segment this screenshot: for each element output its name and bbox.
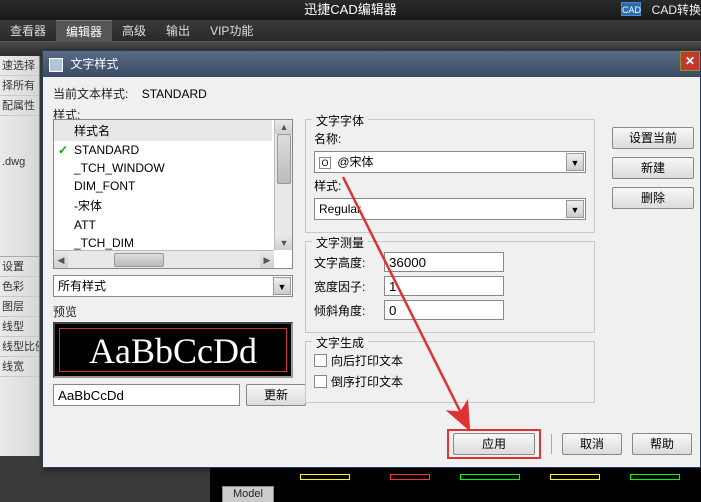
preview-label: 预览 — [53, 303, 293, 320]
checkbox-icon[interactable] — [314, 354, 327, 367]
height-label: 文字高度: — [314, 254, 384, 271]
width-label: 宽度因子: — [314, 278, 384, 295]
preview-text: AaBbCcDd — [59, 328, 287, 372]
scroll-right-icon[interactable]: ▶ — [260, 251, 274, 269]
preview-box: AaBbCcDd — [53, 322, 293, 378]
side-item[interactable]: 配属性 — [0, 96, 39, 116]
preview-input[interactable] — [53, 384, 240, 406]
style-filter-value: 所有样式 — [58, 279, 106, 293]
side-accordion-item[interactable]: 线宽 — [0, 357, 39, 377]
cad-segment — [300, 474, 350, 480]
ribbon-tabs: 查看器 编辑器 高级 输出 VIP功能 — [0, 20, 701, 42]
chevron-down-icon[interactable]: ▼ — [273, 277, 291, 295]
tab-editor[interactable]: 编辑器 — [56, 20, 112, 42]
style-list-header: 样式名 — [54, 120, 272, 141]
height-input[interactable] — [384, 252, 504, 272]
help-button[interactable]: 帮助 — [632, 433, 692, 455]
side-file-label: .dwg — [2, 156, 25, 168]
scroll-up-icon[interactable]: ▲ — [275, 120, 293, 134]
style-item[interactable]: ATT — [54, 216, 272, 234]
close-icon[interactable]: ✕ — [680, 51, 700, 71]
check-icon: ✓ — [58, 143, 68, 157]
chevron-down-icon[interactable]: ▼ — [566, 153, 584, 171]
font-name-label: 名称: — [314, 130, 384, 147]
style-item[interactable]: -宋体 — [54, 195, 272, 216]
cad-segment — [460, 474, 520, 480]
measure-group: 文字测量 文字高度: 宽度因子: 倾斜角度: — [305, 241, 595, 333]
side-panel: 速选择 择所有 配属性 .dwg 设置 色彩 图层 线型 线型比例 线宽 — [0, 56, 40, 456]
cad-segment — [630, 474, 680, 480]
scroll-thumb[interactable] — [277, 134, 291, 184]
cad-model-strip: Model — [210, 468, 701, 502]
style-list[interactable]: 样式名 ✓STANDARD _TCH_WINDOW DIM_FONT -宋体 A… — [53, 119, 293, 269]
tab-advanced[interactable]: 高级 — [112, 20, 156, 42]
scroll-left-icon[interactable]: ◀ — [54, 251, 68, 269]
side-item[interactable]: 择所有 — [0, 76, 39, 96]
side-item[interactable]: 速选择 — [0, 56, 39, 76]
cad-convert-button[interactable]: CAD转换 — [652, 0, 701, 20]
tab-output[interactable]: 输出 — [156, 20, 200, 42]
tab-vip[interactable]: VIP功能 — [200, 20, 263, 42]
width-input[interactable] — [384, 276, 504, 296]
style-filter-select[interactable]: 所有样式 ▼ — [53, 275, 293, 297]
scroll-thumb[interactable] — [114, 253, 164, 267]
apply-button[interactable]: 应用 — [453, 433, 535, 455]
dialog-title: 文字样式 — [70, 57, 118, 71]
side-accordion-item[interactable]: 色彩 — [0, 277, 39, 297]
new-button[interactable]: 新建 — [612, 157, 694, 179]
style-item[interactable]: _TCH_WINDOW — [54, 159, 272, 177]
tab-viewer[interactable]: 查看器 — [0, 20, 56, 42]
gen-group: 文字生成 向后打印文本 倒序打印文本 — [305, 341, 595, 403]
set-current-button[interactable]: 设置当前 — [612, 127, 694, 149]
font-style-label: 样式: — [314, 177, 384, 194]
cad-badge-icon: CAD — [621, 2, 641, 16]
update-button[interactable]: 更新 — [246, 384, 306, 406]
dialog-icon — [49, 58, 63, 72]
font-style-select[interactable]: Regular ▼ — [314, 198, 586, 220]
font-style-value: Regular — [319, 202, 361, 216]
side-accordion-item[interactable]: 设置 — [0, 257, 39, 277]
font-group-title: 文字字体 — [312, 112, 368, 129]
apply-highlight-annotation: 应用 — [447, 429, 541, 459]
separator — [551, 434, 552, 454]
oblique-input[interactable] — [384, 300, 504, 320]
cad-segment — [390, 474, 430, 480]
font-group: 文字字体 名称: O @宋体 ▼ 样式: Regular — [305, 119, 595, 233]
font-name-select[interactable]: O @宋体 ▼ — [314, 151, 586, 173]
current-style-value: STANDARD — [142, 87, 207, 101]
side-accordion-item[interactable]: 线型比例 — [0, 337, 39, 357]
side-accordion-item[interactable]: 线型 — [0, 317, 39, 337]
style-item[interactable]: DIM_FONT — [54, 177, 272, 195]
measure-group-title: 文字测量 — [312, 234, 368, 251]
upside-label: 倒序打印文本 — [331, 373, 403, 390]
backward-checkbox-row[interactable]: 向后打印文本 — [314, 352, 586, 369]
style-item[interactable]: ✓STANDARD — [54, 141, 272, 159]
horizontal-scrollbar[interactable]: ◀ ▶ — [54, 250, 274, 268]
app-title: 迅捷CAD编辑器 — [304, 2, 396, 17]
gen-group-title: 文字生成 — [312, 334, 368, 351]
scroll-down-icon[interactable]: ▼ — [275, 236, 293, 250]
app-title-bar: 迅捷CAD编辑器 CAD CAD转换 — [0, 0, 701, 20]
dialog-title-bar[interactable]: 文字样式 ✕ — [43, 51, 700, 77]
model-tab[interactable]: Model — [222, 486, 274, 502]
font-type-icon: O — [319, 157, 331, 169]
upside-checkbox-row[interactable]: 倒序打印文本 — [314, 373, 586, 390]
side-accordion-item[interactable]: 图层 — [0, 297, 39, 317]
text-style-dialog: 文字样式 ✕ 当前文本样式: STANDARD 样式: 样式名 ✓STANDAR… — [42, 50, 701, 468]
cancel-button[interactable]: 取消 — [562, 433, 622, 455]
backward-label: 向后打印文本 — [331, 352, 403, 369]
chevron-down-icon[interactable]: ▼ — [566, 200, 584, 218]
vertical-scrollbar[interactable]: ▲ ▼ — [274, 120, 292, 250]
font-name-value: @宋体 — [337, 155, 373, 169]
oblique-label: 倾斜角度: — [314, 302, 384, 319]
cad-segment — [550, 474, 600, 480]
current-style-label: 当前文本样式: — [53, 85, 128, 102]
delete-button[interactable]: 删除 — [612, 187, 694, 209]
checkbox-icon[interactable] — [314, 375, 327, 388]
